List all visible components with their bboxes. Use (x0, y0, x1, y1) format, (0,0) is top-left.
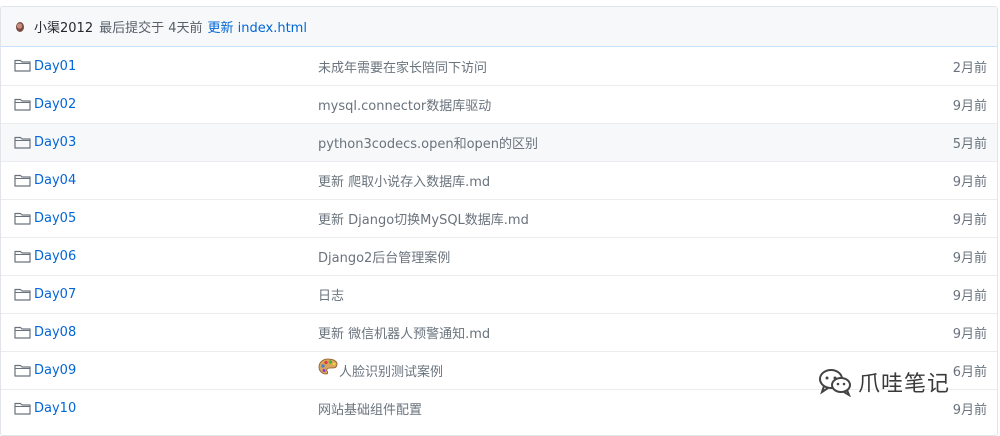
file-row[interactable]: Day03 python3codecs.open和open的区别 5月前 (1, 123, 997, 161)
folder-icon (14, 402, 31, 415)
latest-commit-bar: 小渠2012 最后提交于 4天前 更新 index.html (1, 7, 997, 47)
wechat-icon (819, 369, 851, 397)
folder-icon (14, 326, 31, 339)
commit-message-link[interactable]: 更新 Django切换MySQL数据库.md (318, 209, 529, 228)
folder-name-link[interactable]: Day05 (34, 211, 76, 226)
folder-name-link[interactable]: Day08 (34, 325, 76, 340)
folder-icon (14, 59, 31, 72)
folder-icon (14, 174, 31, 187)
commit-message-link[interactable]: 未成年需要在家长陪同下访问 (318, 57, 487, 76)
watermark-text: 爪哇笔记 (858, 372, 951, 397)
commit-age: 9月前 (952, 99, 987, 114)
commit-message-link[interactable]: 更新 index.html (208, 17, 307, 36)
file-row[interactable]: Day04 更新 爬取小说存入数据库.md 9月前 (1, 161, 997, 199)
folder-icon (14, 364, 31, 377)
folder-icon (14, 212, 31, 225)
commit-message-link[interactable]: Django2后台管理案例 (318, 247, 450, 266)
watermark: 爪哇笔记 (818, 366, 950, 398)
commit-age: 9月前 (952, 289, 987, 304)
commit-age: 9月前 (952, 327, 987, 342)
folder-icon (14, 288, 31, 301)
commit-message-text[interactable]: Django2后台管理案例 (318, 247, 450, 266)
commit-message-link[interactable]: 日志 (318, 285, 344, 304)
commit-message-text[interactable]: 人脸识别测试案例 (339, 361, 443, 380)
folder-icon (14, 250, 31, 263)
folder-name-link[interactable]: Day07 (34, 287, 76, 302)
commit-message-link[interactable]: python3codecs.open和open的区别 (318, 133, 538, 152)
commit-age: 9月前 (952, 251, 987, 266)
commit-message-link[interactable]: 更新 爬取小说存入数据库.md (318, 171, 490, 190)
commit-message-text[interactable]: 更新 Django切换MySQL数据库.md (318, 209, 529, 228)
avatar[interactable] (16, 22, 24, 32)
commit-message-text[interactable]: 更新 爬取小说存入数据库.md (318, 171, 490, 190)
commit-message-text[interactable]: 网站基础组件配置 (318, 399, 422, 418)
folder-name-link[interactable]: Day01 (34, 59, 76, 74)
commit-age: 5月前 (952, 137, 987, 152)
folder-name-link[interactable]: Day04 (34, 173, 76, 188)
commit-message-link[interactable]: mysql.connector数据库驱动 (318, 95, 491, 114)
commit-message-text[interactable]: mysql.connector数据库驱动 (318, 95, 491, 114)
commit-message-link[interactable]: 更新 微信机器人预警通知.md (318, 323, 490, 342)
folder-name-link[interactable]: Day10 (34, 401, 76, 416)
commit-message-link[interactable]: 人脸识别测试案例 (318, 358, 443, 380)
commit-message-text[interactable]: 未成年需要在家长陪同下访问 (318, 57, 487, 76)
commit-age: 9月前 (952, 213, 987, 228)
palette-icon (318, 358, 338, 374)
folder-name-link[interactable]: Day06 (34, 249, 76, 264)
file-row[interactable]: Day02 mysql.connector数据库驱动 9月前 (1, 85, 997, 123)
folder-icon (14, 136, 31, 149)
commit-message-link[interactable]: 网站基础组件配置 (318, 399, 422, 418)
commit-message-text[interactable]: 更新 微信机器人预警通知.md (318, 323, 490, 342)
file-row[interactable]: Day05 更新 Django切换MySQL数据库.md 9月前 (1, 199, 997, 237)
folder-name-link[interactable]: Day02 (34, 97, 76, 112)
file-row[interactable]: Day07 日志 9月前 (1, 275, 997, 313)
folder-icon (14, 98, 31, 111)
commit-age: 9月前 (952, 175, 987, 190)
commit-author[interactable]: 小渠2012 (34, 17, 93, 36)
commit-message-text[interactable]: python3codecs.open和open的区别 (318, 133, 538, 152)
commit-age: 9月前 (952, 403, 987, 418)
commit-age: 6月前 (952, 365, 987, 380)
commit-time: 最后提交于 4天前 (99, 21, 203, 36)
folder-name-link[interactable]: Day09 (34, 363, 76, 378)
folder-name-link[interactable]: Day03 (34, 135, 76, 150)
commit-message-text[interactable]: 日志 (318, 285, 344, 304)
file-row[interactable]: Day01 未成年需要在家长陪同下访问 2月前 (1, 47, 997, 85)
commit-age: 2月前 (952, 60, 987, 76)
file-row[interactable]: Day06 Django2后台管理案例 9月前 (1, 237, 997, 275)
file-row[interactable]: Day08 更新 微信机器人预警通知.md 9月前 (1, 313, 997, 351)
